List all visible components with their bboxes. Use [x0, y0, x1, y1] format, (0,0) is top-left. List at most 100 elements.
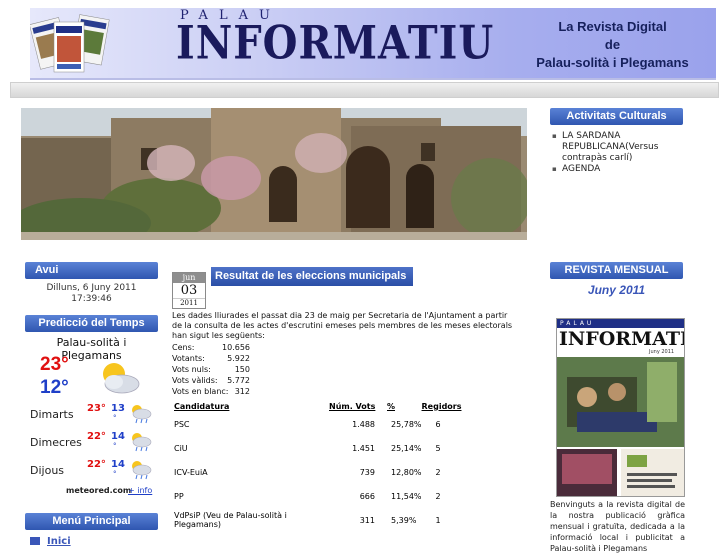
- cell-regidors: 5: [435, 443, 441, 453]
- stat-value: 312: [234, 387, 250, 396]
- meteored-logo[interactable]: meteored.com: [66, 486, 131, 495]
- stat-value: 5.922: [227, 354, 250, 363]
- cell-percent: 25,14%: [391, 443, 422, 453]
- tagline-line-1: La Revista Digital: [558, 19, 667, 34]
- forecast-min: 14: [111, 431, 125, 442]
- activities-list: LA SARDANA REPUBLICANA(Versus contrapàs …: [550, 131, 692, 175]
- results-body: PSC 1.488 25,78% 6 CiU 1.451 25,14% 5 ICV-EuiA 73…: [172, 412, 517, 532]
- cell-regidors: 2: [435, 491, 441, 501]
- menu-header: Menú Principal: [25, 513, 158, 530]
- table-row: PP 666 11,54% 2: [172, 484, 517, 508]
- stat-value: 5.772: [227, 376, 250, 385]
- cover-palau: PALAU: [557, 319, 684, 328]
- article-intro: Les dades lliurades el passat dia 23 de …: [172, 311, 513, 340]
- results-table: Candidatura Núm. Vots % Regidors PSC 1.48…: [172, 400, 517, 532]
- forecast-min: 14: [111, 459, 125, 470]
- partly-cloudy-rain-icon: [132, 405, 152, 424]
- stat-row: Cens: 10.656: [172, 343, 250, 354]
- partly-cloudy-rain-icon: [132, 461, 152, 480]
- stat-row: Vots en blanc: 312: [172, 387, 250, 398]
- article-title[interactable]: Resultat de les eleccions municipals: [211, 267, 413, 286]
- cover-ads: [557, 449, 684, 496]
- magazine-stack-logo: [30, 14, 110, 73]
- sun-cloud-icon: [103, 363, 140, 394]
- col-regidors: Regidors: [421, 401, 462, 411]
- forecast-max: 22°: [87, 459, 106, 470]
- degree-mark: °: [113, 470, 117, 478]
- more-info-link[interactable]: + info: [128, 486, 152, 495]
- activity-item[interactable]: LA SARDANA REPUBLICANA(Versus contrapàs …: [552, 131, 692, 164]
- nav-bar: [10, 82, 719, 98]
- cell-regidors: 6: [435, 419, 441, 429]
- col-candidatura: Candidatura: [174, 401, 230, 411]
- cell-vots: 311: [359, 515, 375, 525]
- home-icon: [30, 537, 40, 545]
- cell-percent: 11,54%: [391, 491, 422, 501]
- revista-header: REVISTA MENSUAL: [550, 262, 683, 279]
- cell-candidatura: CiU: [174, 443, 188, 453]
- cell-regidors: 2: [435, 467, 441, 477]
- table-row: PSC 1.488 25,78% 6: [172, 412, 517, 436]
- activity-item[interactable]: AGENDA: [552, 164, 692, 175]
- col-percent: %: [387, 401, 396, 411]
- forecast-day: Dimarts: [30, 408, 74, 421]
- degree-mark: °: [113, 442, 117, 450]
- tagline-line-3: Palau-solità i Plegamans: [536, 55, 689, 70]
- badge-day: 03: [180, 283, 198, 298]
- stat-label: Vots en blanc:: [172, 387, 229, 396]
- cell-candidatura: VdPsiP (Veu de Palau-solità i Plegamans): [174, 511, 287, 529]
- cell-percent: 12,80%: [391, 467, 422, 477]
- cell-vots: 1.488: [352, 419, 375, 429]
- town-hall-photo: [21, 108, 527, 240]
- forecast-max: 22°: [87, 431, 106, 442]
- stat-row: Vots vàlids: 5.772: [172, 376, 250, 387]
- partly-cloudy-rain-icon: [132, 433, 152, 452]
- forecast-day: Dimecres: [30, 436, 82, 449]
- col-vots: Núm. Vots: [329, 401, 376, 411]
- date-text: Dilluns, 6 Juny 2011: [46, 283, 137, 293]
- table-row: VdPsiP (Veu de Palau-solità i Plegamans)…: [172, 508, 517, 532]
- stat-value: 10.656: [222, 343, 250, 352]
- cell-candidatura: ICV-EuiA: [174, 467, 208, 477]
- activities-header: Activitats Culturals: [550, 108, 683, 125]
- cover-photo: [557, 357, 684, 447]
- avui-header: Avui: [25, 262, 158, 279]
- cover-issue: Juny 2011: [649, 349, 675, 355]
- stat-row: Votants: 5.922: [172, 354, 250, 365]
- magazine-cover[interactable]: PALAU INFORMATIU Juny 2011: [556, 318, 685, 497]
- temp-min: 12°: [40, 377, 69, 398]
- header-title: INFORMATIU: [176, 16, 495, 71]
- forecast-min: 13: [111, 403, 125, 414]
- stat-label: Vots nuls:: [172, 365, 211, 374]
- activity-link[interactable]: LA SARDANA REPUBLICANA(Versus contrapàs …: [562, 131, 658, 163]
- today-date: Dilluns, 6 Juny 2011 17:39:46: [25, 283, 158, 305]
- header-tagline: La Revista Digital de Palau-solità i Ple…: [520, 18, 705, 72]
- menu-item-inici[interactable]: Inici: [47, 536, 71, 547]
- forecast-row: Dimarts 23° 13 °: [25, 400, 158, 426]
- table-row: ICV-EuiA 739 12,80% 2: [172, 460, 517, 484]
- forecast-row: Dijous 22° 14 °: [25, 456, 158, 482]
- cell-regidors: 1: [435, 515, 441, 525]
- cell-vots: 1.451: [352, 443, 375, 453]
- cell-candidatura: PSC: [174, 419, 190, 429]
- cover-title: INFORMATIU: [559, 328, 684, 350]
- stat-label: Cens:: [172, 343, 195, 352]
- forecast-row: Dimecres 22° 14 °: [25, 428, 158, 454]
- temp-max: 23°: [40, 354, 69, 375]
- date-badge: jun 03 2011: [172, 272, 206, 309]
- stat-label: Votants:: [172, 354, 205, 363]
- cell-percent: 25,78%: [391, 419, 422, 429]
- tagline-line-2: de: [604, 37, 621, 52]
- activity-link[interactable]: AGENDA: [562, 164, 600, 174]
- forecast-max: 23°: [87, 403, 106, 414]
- stat-label: Vots vàlids:: [172, 376, 218, 385]
- cell-candidatura: PP: [174, 491, 184, 501]
- cell-vots: 739: [359, 467, 375, 477]
- welcome-text: Benvinguts a la revista digital de la no…: [550, 500, 685, 553]
- cell-vots: 666: [359, 491, 375, 501]
- table-row: CiU 1.451 25,14% 5: [172, 436, 517, 460]
- badge-year: 2011: [173, 298, 205, 308]
- stat-row: Vots nuls: 150: [172, 365, 250, 376]
- forecast-day: Dijous: [30, 464, 65, 477]
- revista-month[interactable]: Juny 2011: [550, 283, 683, 297]
